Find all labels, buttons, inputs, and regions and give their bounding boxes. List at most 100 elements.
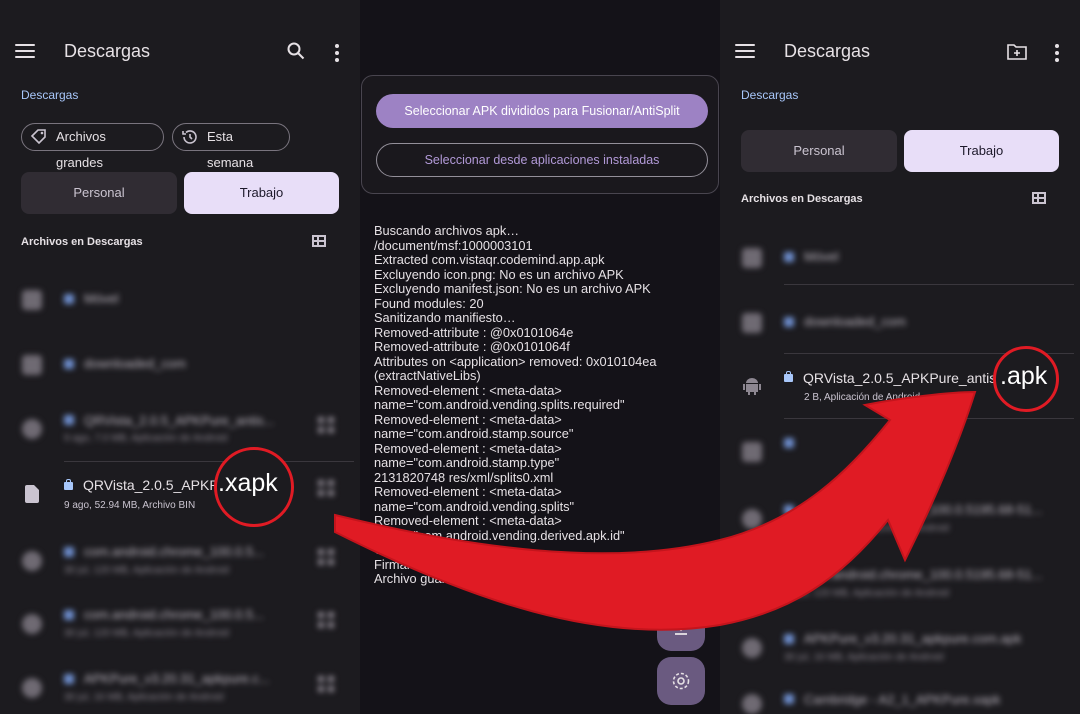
list-item[interactable]: downloaded_com	[0, 345, 360, 385]
share-fab[interactable]	[657, 551, 705, 599]
android-icon	[743, 378, 761, 395]
item-name: com.android.chrome_100.0.5195.68-51...	[804, 567, 1043, 582]
item-details: 30 jul, 120 MB, Aplicación de Android	[784, 523, 950, 534]
work-badge-icon	[784, 505, 794, 515]
list-item[interactable]: com.android.chrome_100.0.5195.68-51... 3…	[720, 560, 1080, 610]
list-item[interactable]: Móvel	[720, 238, 1080, 278]
work-badge-icon	[784, 252, 794, 262]
item-name: QRVista_2.0.5_APKPure_antis...	[84, 413, 275, 428]
log-line: Sanitizando manifiesto…	[374, 310, 516, 325]
android-icon	[742, 509, 762, 529]
menu-icon[interactable]	[15, 44, 35, 60]
log-line: name="com.android.stamp.source"	[374, 426, 574, 441]
item-name: Móvel	[804, 249, 839, 264]
select-icon[interactable]	[318, 417, 338, 437]
folder-icon	[742, 248, 762, 268]
extension-label: .apk	[1000, 362, 1048, 390]
chip-this-week[interactable]: Esta semana	[172, 123, 290, 170]
gear-icon	[672, 672, 690, 690]
item-details: 30 jul, 120 MB, Aplicación de Android	[64, 565, 230, 576]
log-line: Removed-attribute : @0x0101064e	[374, 324, 574, 340]
item-name: QRVista_2.0.5_APKPure_antis	[803, 370, 997, 386]
list-item[interactable]: APKPure_v3.20.31_apkpure.c... 30 jul, 16…	[0, 664, 360, 714]
tab-personal[interactable]: Personal	[741, 130, 897, 172]
log-line: name="com.android.vending.splits.require…	[374, 397, 625, 412]
action-card: Seleccionar APK divididos para Fusionar/…	[361, 75, 719, 194]
select-icon[interactable]	[318, 676, 338, 696]
log-line: name="com.android.stamp.type"	[374, 455, 560, 470]
menu-icon[interactable]	[735, 44, 755, 60]
select-installed-apps-button[interactable]: Seleccionar desde aplicaciones instalada…	[376, 143, 708, 177]
work-badge-icon	[64, 547, 74, 557]
list-item[interactable]: APKPure_v3.20.31_apkpure.com.apk 30 jul,…	[720, 624, 1080, 674]
grid-view-icon[interactable]	[312, 235, 326, 247]
chip-label: Esta semana	[207, 129, 254, 170]
share-icon	[674, 571, 688, 584]
log-line: Extracted com.vistaqr.codemind.app.apk	[374, 252, 605, 267]
folder-icon	[742, 313, 762, 333]
log-line: Removed-element : <meta-data>	[374, 382, 562, 398]
tab-personal[interactable]: Personal	[21, 172, 177, 214]
chip-large-files[interactable]: Archivos grandes	[21, 123, 164, 170]
list-item-highlighted[interactable]: QRVista_2.0.5_APKP 9 ago, 52.94 MB, Arch…	[0, 466, 360, 522]
page-title: Descargas	[64, 41, 151, 61]
item-name: APKPure_v3.20.31_apkpure.c...	[84, 671, 270, 686]
log-line: Removed-element : <meta-data>	[374, 484, 562, 499]
item-name: downloaded_com	[84, 356, 186, 371]
list-item[interactable]: com.android.chrome_100.0.5... 30 jul, 12…	[0, 537, 360, 587]
divider	[784, 284, 1074, 285]
work-badge-icon	[784, 317, 794, 327]
android-icon	[22, 419, 42, 439]
list-item[interactable]: QRVista_2.0.5_APKPure_antis... 9 ago, 7.…	[0, 405, 360, 455]
breadcrumb[interactable]: Descargas	[741, 88, 798, 102]
select-icon[interactable]	[318, 480, 338, 500]
item-details: 30 jul, 16 MB, Aplicación de Android	[784, 652, 944, 663]
select-split-apks-button[interactable]: Seleccionar APK divididos para Fusionar/…	[376, 94, 708, 128]
android-icon	[742, 638, 762, 658]
list-item[interactable]: Móvel	[0, 280, 360, 320]
work-badge-icon	[784, 371, 793, 382]
log-line: Gu	[374, 542, 392, 557]
log-output: Buscando archivos apk… /document/msf:100…	[374, 223, 704, 587]
item-details: 9 ago, 7.0 MB, Aplicación de Android	[64, 433, 228, 444]
list-item[interactable]: downloaded_com	[720, 303, 1080, 343]
history-icon	[182, 130, 197, 144]
log-line: name="com.android.vending.derived.apk.id…	[374, 527, 625, 543]
item-name: com.android.chrome_100.0.5...	[84, 607, 264, 622]
item-name: Cambridge - A2_1_APKPure.xapk	[804, 692, 1001, 707]
item-details: 30 jul, 120 MB, Aplicación de Android	[64, 628, 230, 639]
chip-label: Archivos grandes	[56, 129, 106, 170]
work-badge-icon	[784, 634, 794, 644]
log-line: Found modules: 20	[374, 295, 484, 311]
log-line: name="com.android.vending.splits"	[374, 498, 575, 514]
settings-fab[interactable]	[657, 657, 705, 705]
search-icon[interactable]	[287, 42, 305, 60]
breadcrumb[interactable]: Descargas	[21, 88, 78, 102]
list-item[interactable]	[720, 428, 1080, 478]
more-options-icon[interactable]	[1055, 44, 1059, 65]
folder-icon	[22, 290, 42, 310]
left-files-screen: Descargas Descargas Archivos grandes Est…	[0, 0, 360, 714]
extension-label: .xapk	[218, 469, 278, 497]
log-line: Removed-element : <meta-data>	[374, 513, 562, 528]
log-line: Excluyendo manifest.json: No es un archi…	[374, 281, 651, 296]
item-name: downloaded_com	[804, 314, 906, 329]
download-fab[interactable]	[657, 603, 705, 651]
more-options-icon[interactable]	[335, 44, 339, 65]
work-badge-icon	[64, 294, 74, 304]
work-badge-icon	[64, 359, 74, 369]
list-item[interactable]: com.android.chrome_100.0.5... 30 jul, 12…	[0, 600, 360, 650]
work-badge-icon	[784, 694, 794, 704]
tab-work[interactable]: Trabajo	[904, 130, 1059, 172]
work-badge-icon	[784, 438, 794, 448]
download-icon	[675, 619, 687, 635]
list-item[interactable]: Cambridge - A2_1_APKPure.xapk	[720, 688, 1080, 714]
grid-view-icon[interactable]	[1032, 192, 1046, 204]
page-title: Descargas	[784, 41, 871, 61]
label-icon	[30, 129, 46, 145]
list-item[interactable]: com.android.chrome_100.0.5195.68-51... 3…	[720, 495, 1080, 545]
new-folder-icon[interactable]	[1007, 43, 1027, 60]
select-icon[interactable]	[318, 549, 338, 569]
tab-work[interactable]: Trabajo	[184, 172, 339, 214]
select-icon[interactable]	[318, 612, 338, 632]
